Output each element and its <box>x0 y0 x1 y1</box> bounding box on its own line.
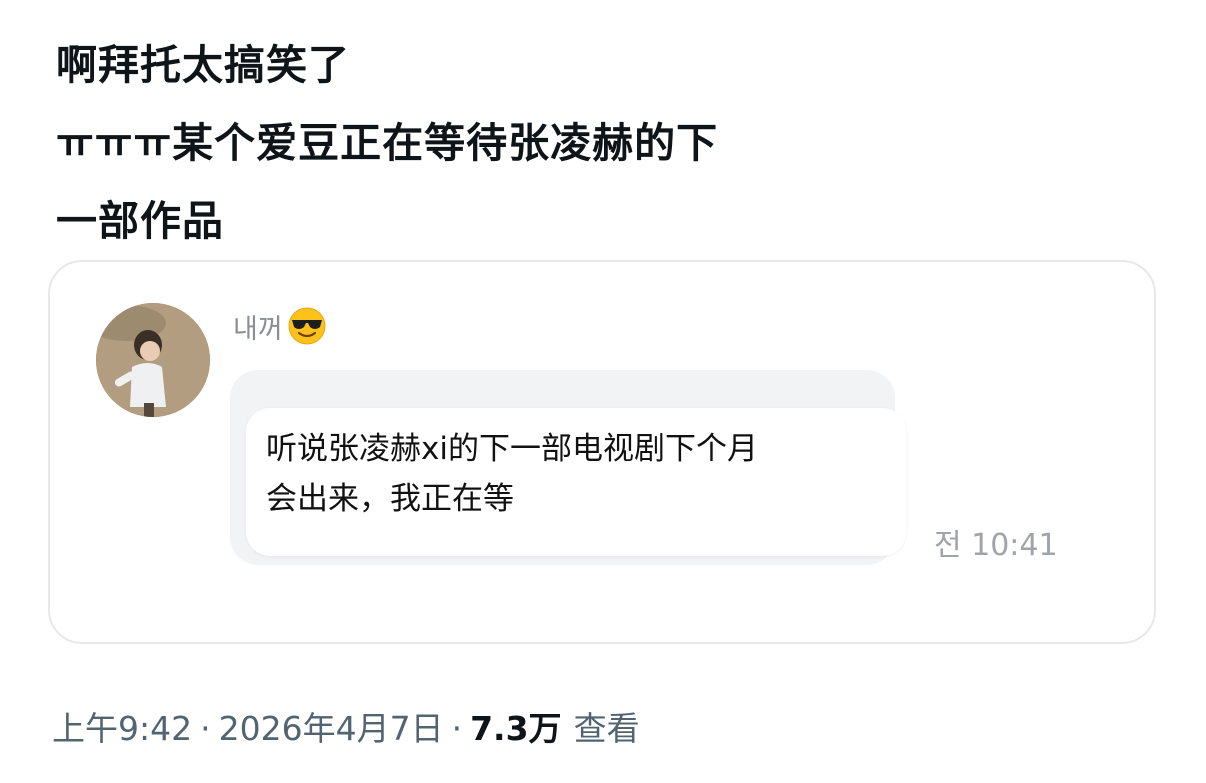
message-time: 전 10:41 <box>934 528 1058 563</box>
post-meta: 上午9:42 · 2026年4月7日 · 7.3万 查看 <box>52 702 640 750</box>
smiling-face-with-sunglasses-icon <box>287 306 327 346</box>
message-text-line-1: 听说张凌赫xi的下一部电视剧下个月 <box>266 431 758 467</box>
quoted-image-card[interactable]: 내꺼 听说张凌赫xi的下一部电视剧下个月 会出来，我正在等 전 10:41 <box>48 260 1156 644</box>
message-text-line-2: 会出来，我正在等 <box>266 481 514 517</box>
message-bubble: 听说张凌赫xi的下一部电视剧下个月 会出来，我正在等 <box>246 408 906 556</box>
post-text-line-2: ㅠㅠㅠ某个爱豆正在等待张凌赫的下 <box>56 119 719 167</box>
message-text: 听说张凌赫xi的下一部电视剧下个月 会出来，我正在等 <box>266 424 906 524</box>
post-date[interactable]: 2026年4月7日 <box>219 702 444 750</box>
post-time[interactable]: 上午9:42 <box>52 702 192 750</box>
sender-name-text: 내꺼 <box>233 313 283 345</box>
avatar <box>96 303 210 417</box>
sender-name: 내꺼 <box>233 306 327 346</box>
post-text-line-3: 一部作品 <box>56 197 224 245</box>
views-count[interactable]: 7.3万 <box>470 702 561 750</box>
post-text-line-1: 啊拜托太搞笑了 <box>56 41 350 89</box>
meta-separator: · <box>451 709 463 748</box>
views-label[interactable]: 查看 <box>574 702 640 750</box>
post-text: 啊拜托太搞笑了 ㅠㅠㅠ某个爱豆正在等待张凌赫的下 一部作品 <box>56 26 936 260</box>
meta-separator: · <box>200 709 211 748</box>
